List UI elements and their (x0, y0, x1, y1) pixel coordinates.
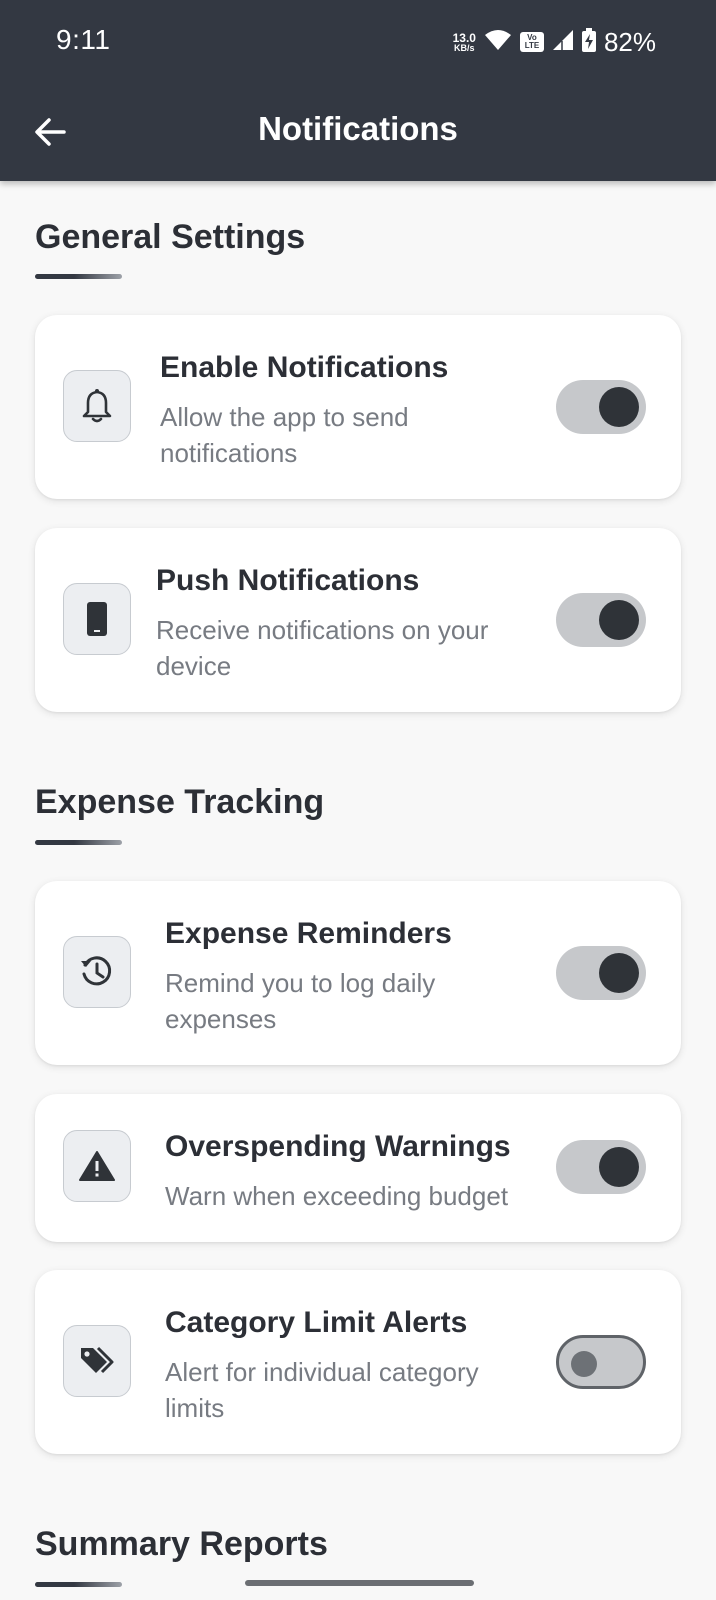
setting-title: Enable Notifications (160, 351, 449, 384)
section-title-expense: Expense Tracking (35, 783, 325, 821)
page-title: Notifications (258, 110, 458, 147)
history-icon (63, 936, 131, 1008)
bell-icon (63, 370, 131, 442)
phone-icon (63, 583, 131, 655)
push-notifications-toggle[interactable] (556, 593, 646, 647)
setting-description: Alert for individual category limits (165, 1357, 479, 1423)
setting-card-expense-reminders: Expense Reminders Remind you to log dail… (35, 881, 681, 1065)
section-underline (35, 274, 122, 279)
warning-icon (63, 1130, 131, 1202)
setting-description: Remind you to log daily expenses (165, 968, 436, 1034)
tag-icon (63, 1325, 131, 1397)
setting-description: Receive notifications on your device (156, 615, 489, 681)
toggle-thumb (599, 387, 639, 427)
home-indicator[interactable] (245, 1580, 474, 1586)
setting-title: Overspending Warnings (165, 1130, 511, 1163)
status-time: 9:11 (56, 24, 111, 55)
battery-percent: 82% (603, 26, 656, 57)
overspending-warnings-toggle[interactable] (556, 1140, 646, 1194)
toggle-thumb (599, 1147, 639, 1187)
net-speed: 13.0 KB/s (453, 32, 476, 53)
setting-card-category-limit-alerts: Category Limit Alerts Alert for individu… (35, 1270, 681, 1454)
setting-title: Category Limit Alerts (165, 1306, 468, 1339)
toggle-thumb (599, 600, 639, 640)
setting-title: Push Notifications (156, 564, 420, 597)
wifi-icon (484, 28, 512, 57)
toggle-thumb (599, 953, 639, 993)
status-icons: 13.0 KB/s Vo LTE 82% (453, 24, 656, 60)
section-title-general: General Settings (35, 218, 306, 256)
net-speed-value: 13.0 (452, 30, 476, 45)
expense-reminders-toggle[interactable] (556, 946, 646, 1000)
battery-charging-icon (581, 27, 596, 57)
section-title-summary: Summary Reports (35, 1525, 328, 1563)
setting-card-overspending-warnings: Overspending Warnings Warn when exceedin… (35, 1094, 681, 1242)
section-underline (35, 840, 122, 845)
app-bar: 9:11 13.0 KB/s Vo LTE 82% Notifications (0, 0, 716, 181)
toggle-thumb (571, 1351, 597, 1377)
setting-description: Warn when exceeding budget (165, 1181, 509, 1211)
volte-badge: Vo LTE (519, 32, 544, 52)
section-underline (35, 1582, 122, 1587)
setting-description: Allow the app to send notifications (160, 402, 409, 468)
setting-card-push-notifications: Push Notifications Receive notifications… (35, 528, 681, 712)
net-speed-unit: KB/s (454, 42, 475, 53)
signal-icon (552, 29, 574, 56)
setting-title: Expense Reminders (165, 917, 452, 950)
enable-notifications-toggle[interactable] (556, 380, 646, 434)
category-limit-alerts-toggle[interactable] (556, 1335, 646, 1389)
setting-card-enable-notifications: Enable Notifications Allow the app to se… (35, 315, 681, 499)
